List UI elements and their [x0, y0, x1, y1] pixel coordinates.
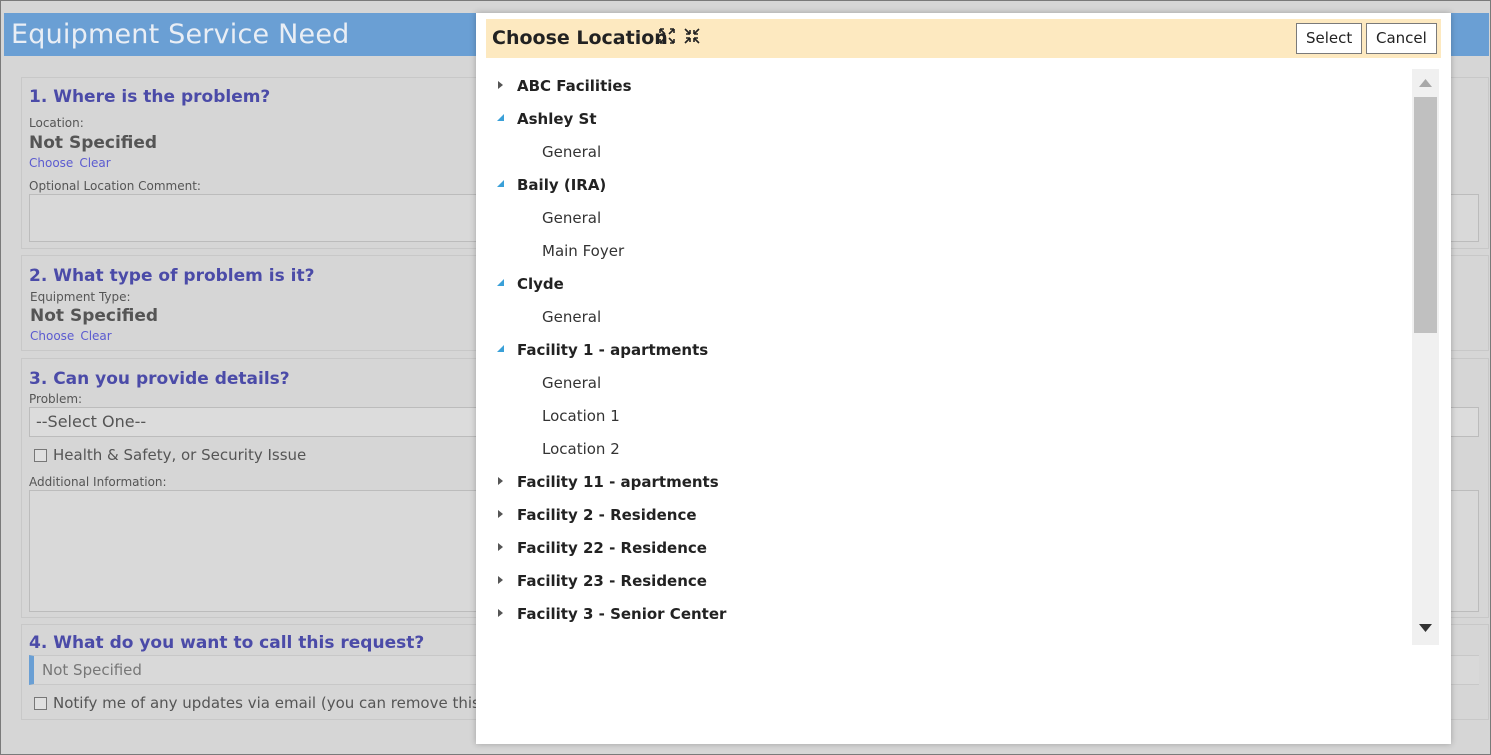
notify-checkbox[interactable]: [34, 696, 47, 710]
tree-node-facility[interactable]: Ashley St: [517, 103, 597, 136]
tree-node-facility[interactable]: ABC Facilities: [517, 70, 632, 103]
notify-row: Notify me of any updates via email (you …: [34, 694, 504, 712]
tree-node-facility[interactable]: Facility 1 - apartments: [517, 334, 708, 367]
tree-node-location[interactable]: Main Foyer: [542, 235, 624, 268]
section-title: 2. What type of problem is it?: [29, 266, 315, 286]
tree-node-location[interactable]: General: [542, 367, 601, 400]
location-choose-link[interactable]: Choose: [29, 156, 73, 170]
expand-caret-icon[interactable]: [495, 476, 505, 486]
select-button[interactable]: Select: [1296, 23, 1363, 54]
location-comment-label: Optional Location Comment:: [29, 179, 201, 193]
equipment-value: Not Specified: [30, 306, 159, 326]
collapse-caret-icon[interactable]: [495, 278, 505, 288]
section-title: 3. Can you provide details?: [29, 369, 290, 389]
tree-node-location[interactable]: Location 1: [542, 400, 620, 433]
cancel-button[interactable]: Cancel: [1366, 23, 1437, 54]
scroll-up-icon[interactable]: [1418, 78, 1433, 88]
equipment-links: Choose Clear: [30, 329, 118, 343]
dialog-title: Choose Location: [492, 27, 668, 49]
equipment-choose-link[interactable]: Choose: [30, 329, 74, 343]
section-title: 4. What do you want to call this request…: [29, 633, 425, 653]
tree-scrollbar[interactable]: [1412, 69, 1439, 645]
collapse-all-icon[interactable]: [683, 27, 701, 45]
expand-caret-icon[interactable]: [495, 575, 505, 585]
collapse-caret-icon[interactable]: [495, 113, 505, 123]
equipment-label: Equipment Type:: [30, 290, 131, 304]
tree-node-facility[interactable]: Baily (IRA): [517, 169, 606, 202]
equipment-clear-link[interactable]: Clear: [80, 329, 111, 343]
health-safety-checkbox[interactable]: [34, 448, 47, 462]
tree-node-facility[interactable]: Facility 23 - Residence: [517, 565, 707, 598]
location-clear-link[interactable]: Clear: [79, 156, 110, 170]
location-links: Choose Clear: [29, 156, 117, 170]
health-safety-label: Health & Safety, or Security Issue: [53, 446, 307, 464]
tree-node-facility[interactable]: Facility 11 - apartments: [517, 466, 719, 499]
dialog-header: Choose Location Select Cancel: [486, 19, 1441, 58]
tree-node-facility[interactable]: Clyde: [517, 268, 564, 301]
expand-caret-icon[interactable]: [495, 509, 505, 519]
location-label: Location:: [29, 116, 84, 130]
collapse-caret-icon[interactable]: [495, 344, 505, 354]
expand-all-icon[interactable]: [658, 27, 676, 45]
tree-node-location[interactable]: General: [542, 301, 601, 334]
location-value: Not Specified: [29, 133, 158, 153]
tree-node-location[interactable]: Location 2: [542, 433, 620, 466]
collapse-caret-icon[interactable]: [495, 179, 505, 189]
expand-caret-icon[interactable]: [495, 542, 505, 552]
tree-node-facility[interactable]: Facility 2 - Residence: [517, 499, 697, 532]
additional-info-label: Additional Information:: [29, 475, 167, 489]
problem-label: Problem:: [29, 392, 83, 406]
tree-node-facility[interactable]: Facility 22 - Residence: [517, 532, 707, 565]
tree-node-location[interactable]: General: [542, 202, 601, 235]
choose-location-dialog: Choose Location Select Cancel ABC Facili…: [476, 13, 1451, 744]
notify-label: Notify me of any updates via email (you …: [53, 694, 504, 712]
tree-node-location[interactable]: General: [542, 136, 601, 169]
scroll-down-icon[interactable]: [1418, 623, 1433, 633]
expand-caret-icon[interactable]: [495, 80, 505, 90]
scroll-thumb[interactable]: [1414, 97, 1437, 333]
expand-caret-icon[interactable]: [495, 608, 505, 618]
tree-node-facility[interactable]: Facility 3 - Senior Center: [517, 598, 726, 631]
section-title: 1. Where is the problem?: [29, 87, 271, 107]
screen: Equipment Service Need 1. Where is the p…: [0, 0, 1491, 755]
health-safety-row: Health & Safety, or Security Issue: [34, 446, 306, 464]
location-tree: ABC Facilities Ashley St General Baily (IRA…: [486, 69, 1439, 645]
